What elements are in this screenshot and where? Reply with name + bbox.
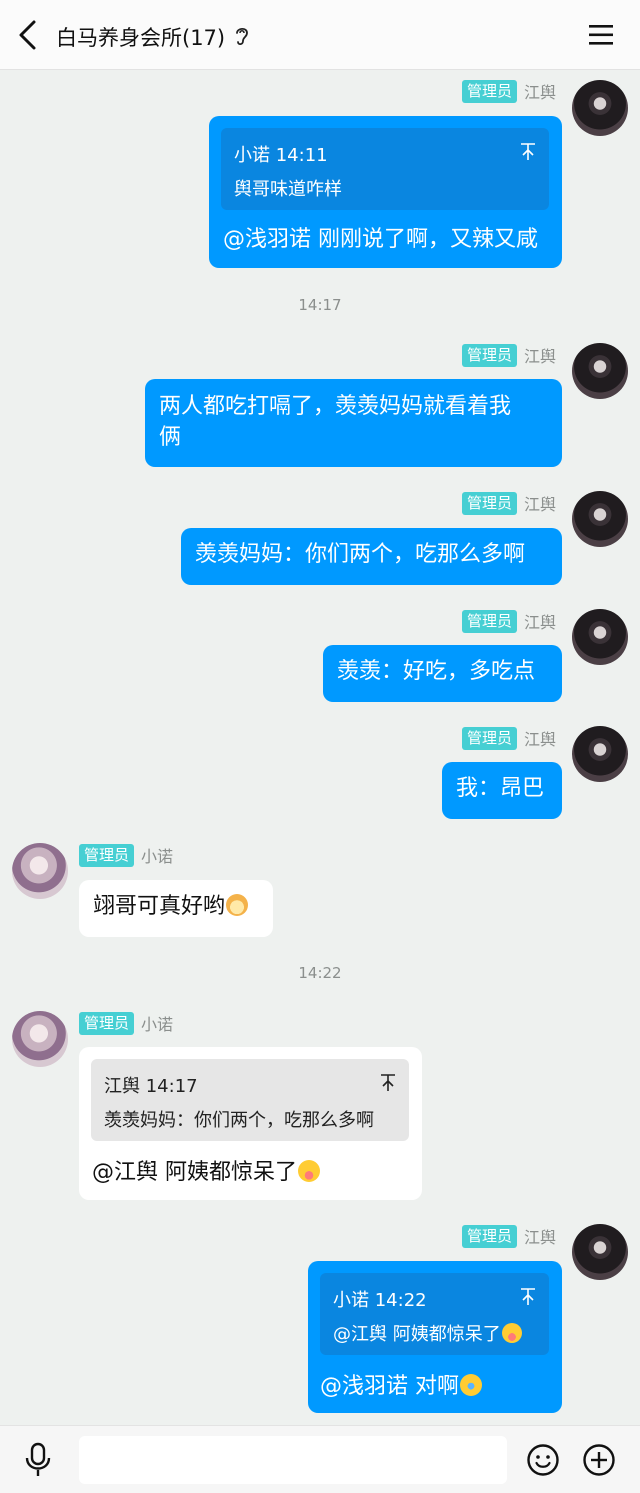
quoted-message[interactable]: 小诺 14:11 舆哥味道咋样: [221, 128, 549, 210]
message-text-line: 两人都吃打嗝了，羡羡妈妈就看着我: [159, 394, 512, 419]
message-text: @江舆 阿姨都惊呆了: [92, 1160, 297, 1185]
avatar[interactable]: [12, 1011, 68, 1067]
pin-icon: [519, 1286, 537, 1306]
message-bubble[interactable]: 羡羡妈妈：你们两个，吃那么多啊: [181, 528, 562, 585]
avatar[interactable]: [572, 726, 628, 782]
message-text: 羡羡妈妈：你们两个，吃那么多啊: [195, 542, 526, 567]
message-meta: 管理员 江舆: [461, 491, 556, 515]
sender-name: 江舆: [523, 347, 556, 366]
timestamp: 14:22: [298, 964, 342, 982]
pin-icon: [379, 1072, 397, 1092]
message-text: @浅羽诺 对啊: [320, 1374, 459, 1399]
quoted-message[interactable]: 小诺 14:22 @江舆 阿姨都惊呆了: [320, 1273, 549, 1355]
admin-badge: 管理员: [461, 79, 517, 103]
admin-badge: 管理员: [461, 726, 517, 750]
hamburger-menu-icon[interactable]: [586, 22, 616, 48]
message-meta: 管理员 江舆: [461, 1224, 556, 1248]
sender-name: 江舆: [523, 613, 556, 632]
message-meta: 管理员 江舆: [461, 79, 556, 103]
chat-header: 白马养身会所(17): [0, 0, 640, 70]
message-meta: 管理员 小诺: [79, 843, 173, 867]
avatar[interactable]: [12, 843, 68, 899]
admin-badge: 管理员: [461, 609, 517, 633]
input-bar: [0, 1425, 640, 1493]
plus-circle-icon[interactable]: [582, 1443, 616, 1477]
quote-text: 舆哥味道咋样: [234, 179, 342, 200]
message-bubble[interactable]: 我：昂巴: [442, 762, 562, 819]
message-text-line: 俩: [159, 425, 182, 450]
message-meta: 管理员 江舆: [461, 726, 556, 750]
message-text: 我：昂巴: [456, 776, 545, 801]
message-bubble[interactable]: 江舆 14:17 羡羡妈妈：你们两个，吃那么多啊 @江舆 阿姨都惊呆了: [79, 1047, 422, 1200]
message-bubble[interactable]: 翊哥可真好哟: [79, 880, 273, 937]
admin-badge: 管理员: [79, 1011, 135, 1035]
tongue-emoji-icon: [501, 1323, 522, 1343]
sender-name: 小诺: [141, 847, 174, 866]
quote-header: 江舆 14:17: [104, 1076, 198, 1097]
sender-name: 江舆: [523, 730, 556, 749]
ear-icon[interactable]: [234, 25, 250, 47]
avatar[interactable]: [572, 491, 628, 547]
message-bubble[interactable]: 小诺 14:11 舆哥味道咋样 @浅羽诺 刚刚说了啊，又辣又咸: [209, 116, 562, 268]
quote-text: 羡羡妈妈：你们两个，吃那么多啊: [104, 1110, 374, 1131]
sender-name: 江舆: [523, 495, 556, 514]
message-meta: 管理员 江舆: [461, 609, 556, 633]
sender-name: 江舆: [523, 83, 556, 102]
message-bubble[interactable]: 小诺 14:22 @江舆 阿姨都惊呆了 @浅羽诺 对啊: [308, 1261, 562, 1413]
admin-badge: 管理员: [461, 1224, 517, 1248]
timestamp: 14:17: [298, 296, 342, 314]
chat-title[interactable]: 白马养身会所(17): [56, 22, 225, 52]
hamster-emoji-icon: [226, 894, 249, 916]
message-text: 翊哥可真好哟: [93, 894, 226, 919]
sender-name: 小诺: [141, 1015, 174, 1034]
quote-header: 小诺 14:22: [333, 1290, 427, 1311]
message-meta: 管理员 小诺: [79, 1011, 173, 1035]
message-text-wrap: @浅羽诺 对啊: [320, 1371, 482, 1402]
laugh-emoji-icon: [460, 1374, 482, 1396]
admin-badge: 管理员: [461, 491, 517, 515]
back-arrow-icon[interactable]: [14, 18, 44, 52]
quote-header: 小诺 14:11: [234, 145, 328, 166]
message-text: 羡羡：好吃，多吃点: [337, 659, 536, 684]
microphone-icon[interactable]: [22, 1442, 54, 1478]
message-text-wrap: @江舆 阿姨都惊呆了: [92, 1157, 320, 1188]
message-bubble[interactable]: 羡羡：好吃，多吃点: [323, 645, 562, 702]
message-meta: 管理员 江舆: [461, 343, 556, 367]
avatar[interactable]: [572, 80, 628, 136]
admin-badge: 管理员: [461, 343, 517, 367]
quote-text-wrap: @江舆 阿姨都惊呆了: [333, 1319, 522, 1350]
admin-badge: 管理员: [79, 843, 135, 867]
avatar[interactable]: [572, 1224, 628, 1280]
pin-icon: [519, 141, 537, 161]
message-text: @浅羽诺 刚刚说了啊，又辣又咸: [223, 227, 538, 252]
sender-name: 江舆: [523, 1228, 556, 1247]
avatar[interactable]: [572, 609, 628, 665]
tongue-emoji-icon: [298, 1160, 320, 1182]
avatar[interactable]: [572, 343, 628, 399]
quote-text: @江舆 阿姨都惊呆了: [333, 1324, 501, 1345]
quoted-message[interactable]: 江舆 14:17 羡羡妈妈：你们两个，吃那么多啊: [91, 1059, 409, 1141]
smiley-icon[interactable]: [526, 1443, 560, 1477]
message-bubble[interactable]: 两人都吃打嗝了，羡羡妈妈就看着我 俩: [145, 379, 562, 467]
message-input[interactable]: [79, 1436, 507, 1484]
